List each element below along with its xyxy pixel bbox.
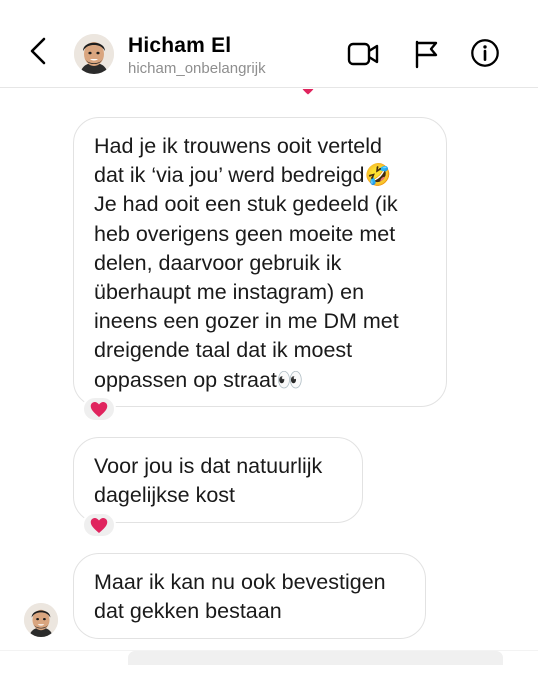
contact-name[interactable]: Hicham El: [128, 34, 231, 58]
contact-avatar[interactable]: [74, 34, 114, 74]
heart-reaction-icon[interactable]: [297, 89, 319, 103]
sender-avatar[interactable]: [24, 603, 58, 637]
heart-reaction-icon: [90, 517, 108, 534]
contact-username[interactable]: hicham_onbelangrijk: [128, 60, 266, 77]
info-icon[interactable]: [468, 37, 502, 69]
message-composer[interactable]: [128, 651, 503, 665]
heart-reaction-icon: [90, 401, 108, 418]
message-text: Had je ik trouwens ooit verteld dat ik ‘…: [94, 134, 399, 392]
back-arrow-icon[interactable]: [26, 36, 50, 66]
message-bubble[interactable]: Voor jou is dat natuurlijk dagelijkse ko…: [73, 437, 363, 523]
chat-header: Hicham El hicham_onbelangrijk: [0, 0, 538, 88]
message-bubble[interactable]: Had je ik trouwens ooit verteld dat ik ‘…: [73, 117, 447, 407]
message-text: Voor jou is dat natuurlijk dagelijkse ko…: [94, 454, 323, 508]
composer-area: [0, 650, 538, 680]
message-text: Maar ik kan nu ook bevestigen dat gekken…: [94, 570, 386, 624]
flag-icon[interactable]: [411, 38, 445, 70]
message-thread[interactable]: Had je ik trouwens ooit verteld dat ik ‘…: [0, 89, 538, 649]
video-call-icon[interactable]: [346, 38, 380, 70]
message-reaction[interactable]: [82, 396, 116, 422]
message-bubble[interactable]: Maar ik kan nu ook bevestigen dat gekken…: [73, 553, 426, 639]
message-reaction[interactable]: [82, 512, 116, 538]
